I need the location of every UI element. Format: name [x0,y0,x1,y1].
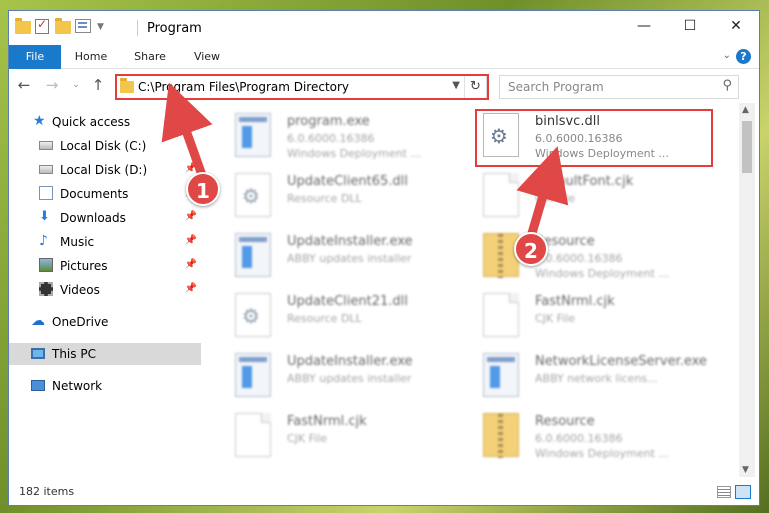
file-item[interactable]: NetworkLicenseServer.exe ABBY network li… [483,351,723,403]
title-bar: ▼ Program — ☐ ✕ [9,11,759,45]
exe-icon [235,113,271,157]
sidebar-item-music[interactable]: ♪ Music 📌 [9,231,201,253]
disk-icon [39,165,53,174]
customize-view-icon[interactable] [75,19,91,35]
scroll-up-icon[interactable]: ▲ [742,105,749,115]
new-folder-icon[interactable] [55,18,71,35]
pictures-icon [39,258,53,272]
title-divider [137,20,138,36]
zip-folder-icon [483,233,519,278]
recent-locations-chevron-icon[interactable]: ⌄ [67,76,85,94]
downloads-icon: ⬇ [39,209,50,224]
document-icon [235,413,271,457]
status-bar: 182 items [9,481,759,505]
star-icon: ★ [33,113,46,129]
sidebar-item-onedrive[interactable]: ☁ OneDrive [9,311,201,333]
file-item[interactable]: ⚙ UpdateClient21.dll Resource DLL [235,291,475,343]
pin-icon[interactable]: 📌 [185,259,197,270]
search-placeholder: Search Program [508,80,604,94]
file-item[interactable]: DefaultFont.cjk CJK File [483,171,723,223]
quick-access-toolbar: ▼ [15,18,104,35]
vertical-scrollbar[interactable]: ▲ ▼ [739,103,755,477]
sidebar-item-downloads[interactable]: ⬇ Downloads 📌 [9,207,201,229]
zip-folder-icon [483,413,519,458]
exe-icon [483,353,519,397]
search-icon[interactable]: ⚲ [722,78,732,93]
expand-ribbon-chevron-icon[interactable]: ⌄ [723,50,731,61]
file-explorer-window: ▼ Program — ☐ ✕ File Home Share View ⌄ ?… [8,10,760,506]
back-arrow-icon[interactable]: ← [15,76,33,94]
dll-gear-icon: ⚙ [235,293,271,337]
pin-icon[interactable]: 📌 [185,235,197,246]
file-item[interactable]: program.exe 6.0.6000.16386 Windows Deplo… [235,111,475,163]
sidebar-item-local-disk-c[interactable]: Local Disk (C:) [9,135,201,157]
large-icons-view-icon[interactable] [735,485,751,499]
properties-check-icon[interactable] [35,19,51,35]
sidebar-item-network[interactable]: Network [9,375,201,397]
ribbon-tabs: File Home Share View ⌄ ? [9,45,759,69]
pin-icon[interactable]: 📌 [185,163,197,174]
tab-file[interactable]: File [9,45,61,69]
item-count: 182 items [19,485,75,498]
sidebar-item-videos[interactable]: Videos 📌 [9,279,201,301]
file-item[interactable]: FastNrml.cjk CJK File [235,411,475,463]
exe-icon [235,353,271,397]
tab-home[interactable]: Home [69,45,113,69]
address-bar-highlight [115,74,489,100]
document-icon [483,293,519,337]
exe-icon [235,233,271,277]
callout-badge-1: 1 [186,172,220,206]
document-icon [483,173,519,217]
binlsvc-dll-highlight [475,109,713,167]
forward-arrow-icon[interactable]: → [43,76,61,94]
window-title: Program [147,21,202,36]
maximize-button[interactable]: ☐ [667,11,713,41]
disk-icon [39,141,53,150]
documents-icon [39,186,53,200]
tab-view[interactable]: View [187,45,227,69]
sidebar-item-documents[interactable]: Documents 📌 [9,183,201,205]
sidebar-item-quick-access[interactable]: ★ Quick access [9,111,201,133]
help-icon[interactable]: ? [736,49,751,64]
sidebar-item-pictures[interactable]: Pictures 📌 [9,255,201,277]
tab-share[interactable]: Share [127,45,173,69]
network-icon [31,380,45,391]
sidebar-item-local-disk-d[interactable]: Local Disk (D:) 📌 [9,159,201,181]
videos-icon [39,282,53,296]
pin-icon[interactable]: 📌 [185,283,197,294]
search-input[interactable]: Search Program ⚲ [499,75,739,99]
folder-icon[interactable] [15,18,31,35]
navigation-pane: ★ Quick access Local Disk (C:) Local Dis… [9,107,201,477]
details-view-icon[interactable] [717,486,731,498]
music-icon: ♪ [39,233,48,249]
dll-gear-icon: ⚙ [235,173,271,217]
file-item[interactable]: FastNrml.cjk CJK File [483,291,723,343]
pin-icon[interactable]: 📌 [185,211,197,222]
file-item[interactable]: ⚙ UpdateClient65.dll Resource DLL [235,171,475,223]
scroll-down-icon[interactable]: ▼ [742,465,749,475]
file-item[interactable]: UpdateInstaller.exe ABBY updates install… [235,351,475,403]
navigation-bar: ← → ⌄ ↑ C:\Program Files\Program Directo… [9,70,759,104]
sidebar-item-this-pc[interactable]: This PC [9,343,201,365]
close-button[interactable]: ✕ [713,11,759,41]
cloud-icon: ☁ [31,313,45,329]
minimize-button[interactable]: — [621,11,667,41]
up-arrow-icon[interactable]: ↑ [89,76,107,94]
file-item[interactable]: UpdateInstaller.exe ABBY updates install… [235,231,475,283]
file-item[interactable]: Resource 6.0.6000.16386 Windows Deployme… [483,411,723,463]
scrollbar-thumb[interactable] [742,121,752,173]
customize-toolbar-chevron-icon[interactable]: ▼ [97,22,104,32]
pc-icon [31,348,45,359]
callout-badge-2: 2 [514,232,548,266]
